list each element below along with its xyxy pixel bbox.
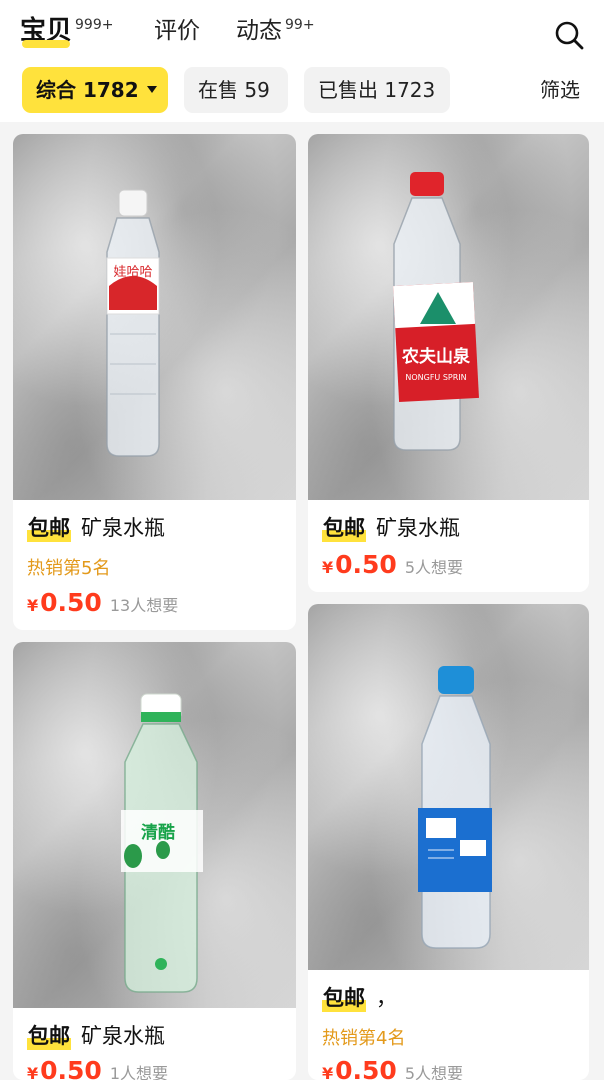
water-bottle-icon: 娃哈哈 [106,189,160,457]
price-row: ¥ 0.50 1人想要 [27,1056,168,1080]
product-image: 清酷 [13,642,296,1008]
product-title: 矿泉水瓶 [81,516,165,540]
want-count: 5人想要 [404,558,464,577]
want-count: 13人想要 [109,596,179,615]
price-currency: ¥ [322,558,334,577]
water-bottle-icon: 清酷 [121,693,203,993]
product-image [308,604,589,970]
product-card[interactable]: 农夫山泉 NONGFU SPRIN 包邮 矿泉水瓶 ¥ 0.50 5人想要 [308,134,589,592]
product-title-row: 包邮 ， [322,984,397,1012]
free-shipping-badge: 包邮 [27,514,71,542]
product-title-row: 包邮 矿泉水瓶 [322,514,460,542]
water-bottle-icon: 农夫山泉 NONGFU SPRIN [393,172,479,451]
product-title-row: 包邮 矿泉水瓶 [27,514,165,542]
caret-down-icon [146,86,157,93]
tab-updates-count: 99+ [285,17,315,33]
price-value: 0.50 [40,588,102,617]
free-shipping-badge: 包邮 [322,514,366,542]
price-value: 0.50 [335,1056,397,1080]
free-shipping-badge: 包邮 [322,984,366,1012]
tab-reviews-label: 评价 [154,18,200,44]
bottle-brand-text: 清酷 [141,822,175,843]
filter-bar: 综合 1782 在售 59 已售出 1723 筛选 [0,62,604,122]
price-currency: ¥ [27,596,39,615]
want-count: 5人想要 [404,1064,464,1080]
tab-updates[interactable]: 动态 99+ [236,14,315,48]
product-card[interactable]: 娃哈哈 包邮 矿泉水瓶 热销第5名 ¥ 0.50 13人想要 [13,134,296,630]
bottle-brand-en-text: NONGFU SPRIN [405,373,466,382]
price-value: 0.50 [40,1056,102,1080]
filter-chip-on-sale[interactable]: 在售 59 [184,67,288,113]
tab-reviews[interactable]: 评价 [154,14,200,48]
bottle-brand-text: 娃哈哈 [113,265,152,280]
filter-button[interactable]: 筛选 [540,74,580,106]
hot-rank-label: 热销第5名 [27,558,111,579]
free-shipping-badge: 包邮 [27,1022,71,1050]
search-button[interactable] [552,18,586,52]
price-row: ¥ 0.50 5人想要 [322,1056,463,1080]
top-tab-bar: 宝贝 999+ 评价 动态 99+ [0,0,604,62]
product-title-row: 包邮 矿泉水瓶 [27,1022,165,1050]
product-image: 娃哈哈 [13,134,296,500]
filter-chip-overall-label: 综合 1782 [36,78,139,102]
product-title: ， [376,986,397,1010]
price-row: ¥ 0.50 5人想要 [322,550,463,579]
water-bottle-icon [418,666,492,949]
search-icon [555,21,584,50]
price-currency: ¥ [27,1064,39,1080]
filter-chip-overall[interactable]: 综合 1782 [22,67,168,113]
product-title: 矿泉水瓶 [376,516,460,540]
price-currency: ¥ [322,1064,334,1080]
hot-rank-label: 热销第4名 [322,1028,406,1049]
price-value: 0.50 [335,550,397,579]
filter-chip-sold[interactable]: 已售出 1723 [304,67,450,113]
price-row: ¥ 0.50 13人想要 [27,588,178,617]
product-title: 矿泉水瓶 [81,1024,165,1048]
bottle-brand-text: 农夫山泉 [401,346,471,367]
product-card[interactable]: 清酷 包邮 矿泉水瓶 ¥ 0.50 1人想要 [13,642,296,1080]
product-card[interactable]: 包邮 ， 热销第4名 ¥ 0.50 5人想要 [308,604,589,1080]
filter-chip-on-sale-label: 在售 59 [198,78,270,102]
tab-items-count: 999+ [75,17,114,33]
want-count: 1人想要 [109,1064,169,1080]
tab-updates-label: 动态 [236,18,282,44]
active-tab-indicator [22,40,70,48]
filter-chip-sold-label: 已售出 1723 [318,78,436,102]
product-image: 农夫山泉 NONGFU SPRIN [308,134,589,500]
